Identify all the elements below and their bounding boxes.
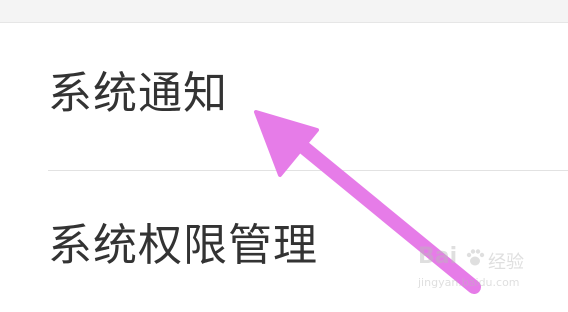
system-permission-management-label: 系统权限管理 — [48, 219, 318, 271]
top-strip — [0, 0, 568, 23]
watermark-sub: 经验 — [488, 252, 524, 273]
system-notification-item[interactable]: 系统通知 — [0, 22, 568, 170]
system-notification-label: 系统通知 — [48, 68, 228, 119]
watermark-url: jingyan.baidu.com — [418, 276, 520, 289]
watermark-logo: Bai — [418, 244, 458, 269]
baidu-jingyan-watermark: Bai 经验 jingyan.baidu.com — [418, 244, 538, 296]
paw-icon — [466, 249, 485, 266]
